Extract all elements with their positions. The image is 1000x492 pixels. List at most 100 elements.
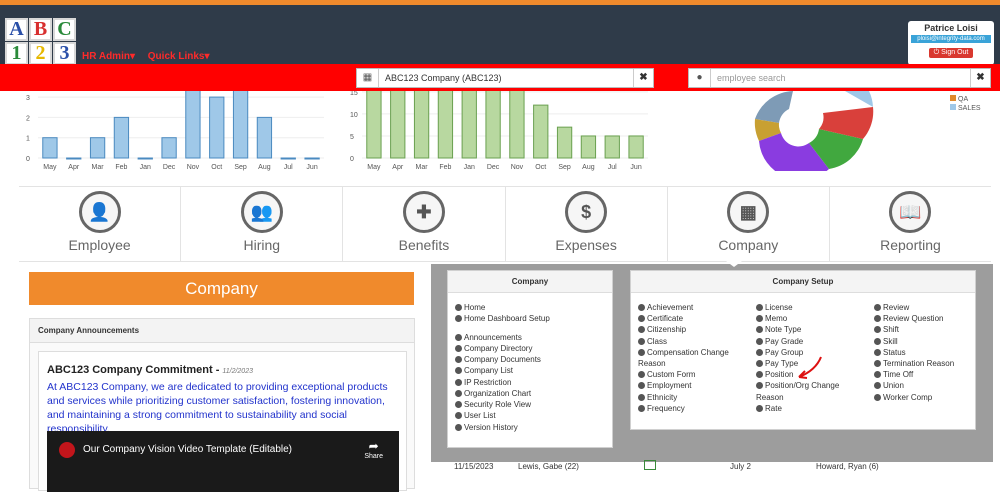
- setup-menu-item[interactable]: Review Question: [874, 314, 943, 323]
- setup-menu-item[interactable]: Shift: [874, 325, 899, 334]
- medkit-icon: ✚: [402, 191, 445, 233]
- gear-icon: [638, 371, 645, 379]
- tile-company[interactable]: ▦ Company: [668, 187, 830, 261]
- setup-menu-item[interactable]: Memo: [756, 314, 787, 323]
- company-menu-item[interactable]: Company Directory: [455, 344, 532, 353]
- channel-logo-icon: [59, 442, 75, 458]
- setup-menu-item-label: Worker Comp: [883, 392, 933, 402]
- user-email[interactable]: ploisi@integrity-data.com: [911, 35, 991, 43]
- x-tick-label: Apr: [392, 164, 404, 171]
- tile-employee[interactable]: 👤 Employee: [19, 187, 182, 261]
- setup-menu-item[interactable]: Union: [874, 381, 904, 390]
- setup-menu-item[interactable]: Compensation Change: [638, 348, 729, 357]
- bottom-row-name[interactable]: Lewis, Gabe (22): [518, 462, 579, 471]
- book-icon: 📖: [889, 191, 932, 233]
- gear-icon: [455, 315, 462, 322]
- setup-menu-item[interactable]: Certificate: [638, 314, 683, 323]
- tile-benefits[interactable]: ✚ Benefits: [343, 187, 506, 261]
- setup-menu-item-label: Union: [883, 381, 904, 391]
- setup-menu-item[interactable]: Rate: [756, 404, 782, 413]
- setup-menu-item[interactable]: Pay Grade: [756, 337, 803, 346]
- setup-menu-item[interactable]: Review: [874, 303, 909, 312]
- announcement-body: At ABC123 Company, we are dedicated to p…: [47, 381, 388, 435]
- group-icon: 👥: [240, 191, 283, 233]
- hr-admin-menu[interactable]: HR Admin: [82, 51, 130, 62]
- company-menu-item-label: IP Restriction: [464, 378, 512, 387]
- setup-menu-item[interactable]: Ethnicity: [638, 393, 677, 402]
- setup-menu-item-label: Position: [765, 370, 794, 380]
- chart-bar: [628, 135, 644, 159]
- chart-bar: [485, 91, 501, 159]
- chart-bar: [113, 116, 130, 159]
- quick-links-menu[interactable]: Quick Links: [148, 51, 205, 62]
- hires-bar-chart: 3 2 1 0 May Apr Mar Feb Jan Dec Nov Oct Sep Aug Jul Jun: [26, 91, 324, 171]
- announcement-title: ABC123 Company Commitment -11/2/2023: [47, 364, 253, 376]
- headcount-bar-chart: 15 10 5 0 May Apr Mar Feb Jan Dec Nov Oct Sep Aug Jul J…: [350, 91, 648, 171]
- chart-bar: [209, 96, 225, 159]
- company-menu-item[interactable]: Organization Chart: [455, 389, 531, 398]
- video-player[interactable]: Our Company Vision Video Template (Edita…: [47, 431, 399, 492]
- setup-menu-item[interactable]: Custom Form: [638, 370, 695, 379]
- setup-menu-item[interactable]: Termination Reason: [874, 359, 954, 368]
- company-logo[interactable]: A B C 1 2 3: [5, 18, 77, 66]
- chart-bar: [533, 104, 549, 159]
- company-selector[interactable]: ▦ ABC123 Company (ABC123) ✖: [356, 68, 654, 88]
- tile-reporting[interactable]: 📖 Reporting: [830, 187, 991, 261]
- company-menu-item[interactable]: Company Documents: [455, 355, 541, 364]
- company-menu-item[interactable]: User List: [455, 411, 496, 420]
- legend-item: QA: [950, 95, 981, 104]
- home-icon: [455, 304, 462, 311]
- setup-menu-item[interactable]: Note Type: [756, 325, 801, 334]
- video-title[interactable]: Our Company Vision Video Template (Edita…: [83, 444, 292, 455]
- company-menu-item[interactable]: Company List: [455, 366, 513, 375]
- setup-menu-item[interactable]: Frequency: [638, 404, 685, 413]
- x-tick-label: Jun: [306, 164, 317, 171]
- gear-icon: [756, 348, 763, 356]
- clear-company-button[interactable]: ✖: [633, 69, 653, 87]
- share-button[interactable]: ➦ Share: [364, 439, 383, 460]
- company-menu-item[interactable]: Home Dashboard Setup: [455, 314, 550, 323]
- setup-menu-item[interactable]: Worker Comp: [874, 393, 932, 402]
- gear-icon: [756, 360, 763, 367]
- setup-menu-item[interactable]: Citizenship: [638, 325, 686, 334]
- company-menu-item[interactable]: Version History: [455, 423, 518, 432]
- sign-out-button[interactable]: ⏻ Sign Out: [928, 48, 974, 58]
- x-tick-label: Jan: [464, 164, 475, 171]
- company-menu-item[interactable]: Security Role View: [455, 400, 531, 409]
- setup-menu-item-label: Time Off: [883, 370, 914, 380]
- top-header: A B C 1 2 3 HR Admin▾ Quick Links▾ Patri…: [0, 0, 1000, 66]
- share-icon: ➦: [368, 439, 379, 453]
- setup-menu-item[interactable]: Class: [638, 337, 667, 346]
- company-menu-item[interactable]: Announcements: [455, 333, 522, 342]
- setup-menu-item[interactable]: Pay Type: [756, 359, 798, 368]
- setup-menu-item[interactable]: Position: [756, 370, 793, 379]
- tile-label: Expenses: [555, 237, 617, 253]
- department-donut-chart: [754, 91, 874, 171]
- logo-letter: A: [5, 18, 28, 41]
- bottom-row-name[interactable]: Howard, Ryan (6): [816, 462, 879, 471]
- setup-menu-item-label: Citizenship: [647, 325, 687, 335]
- setup-menu-item[interactable]: Skill: [874, 337, 898, 346]
- setup-menu-item-label: Pay Grade: [765, 336, 804, 346]
- chart-bar: [556, 126, 573, 159]
- clear-search-button[interactable]: ✖: [970, 69, 990, 87]
- user-icon: 👤: [78, 191, 121, 233]
- x-tick-label: Jul: [608, 164, 617, 171]
- company-menu-item[interactable]: IP Restriction: [455, 378, 511, 387]
- tile-expenses[interactable]: $ Expenses: [506, 187, 668, 261]
- employee-search-input[interactable]: employee search: [711, 73, 970, 83]
- setup-menu-item[interactable]: Status: [874, 348, 906, 357]
- lock-icon: [455, 379, 462, 386]
- setup-menu-item[interactable]: License: [756, 303, 793, 312]
- tile-hiring[interactable]: 👥 Hiring: [181, 187, 344, 261]
- setup-menu-item[interactable]: Time Off: [874, 370, 913, 379]
- company-menu-item[interactable]: Home: [455, 303, 485, 312]
- gear-icon: [874, 304, 881, 311]
- user-name: Patrice Loisi: [924, 23, 978, 33]
- setup-menu-item[interactable]: Achievement: [638, 303, 693, 312]
- x-tick-label: Mar: [416, 164, 429, 171]
- setup-menu-item[interactable]: Employment: [638, 381, 691, 390]
- menu-pointer: [726, 261, 742, 267]
- chart-bar: [185, 91, 201, 159]
- employee-search[interactable]: ● employee search ✖: [688, 68, 991, 88]
